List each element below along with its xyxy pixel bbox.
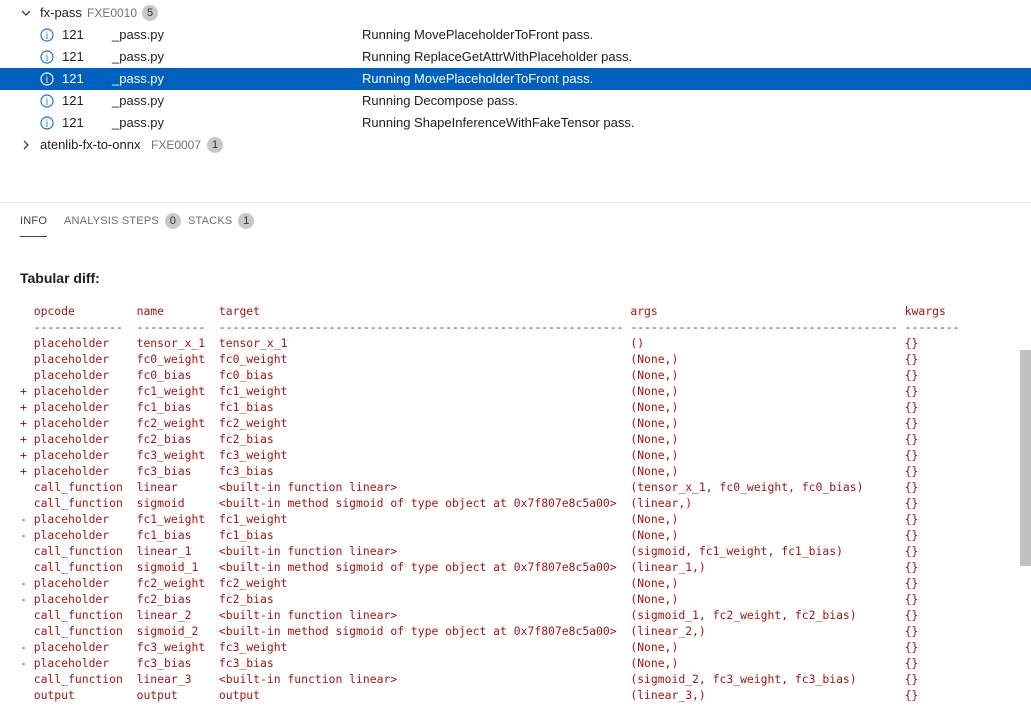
diff-row: + placeholder fc1_weight fc1_weight (Non…	[20, 384, 919, 398]
result-message: Running ReplaceGetAttrWithPlaceholder pa…	[362, 49, 633, 64]
chevron-down-icon[interactable]	[19, 2, 33, 24]
result-row[interactable]: i 121 _pass.py Running ReplaceGetAttrWit…	[0, 46, 1031, 68]
tab-stacks[interactable]: STACKS 1	[188, 210, 255, 236]
chevron-right-icon[interactable]	[19, 134, 33, 156]
diff-row: placeholder fc0_weight fc0_weight (None,…	[20, 352, 919, 366]
result-line: 121	[62, 115, 84, 130]
diff-row: + placeholder fc2_weight fc2_weight (Non…	[20, 416, 919, 430]
result-file[interactable]: _pass.py	[112, 46, 164, 68]
diff-row: - placeholder fc1_bias fc1_bias (None,) …	[20, 528, 919, 542]
tab-label: INFO	[20, 215, 48, 227]
svg-text:i: i	[46, 98, 49, 108]
info-icon: i	[40, 50, 54, 64]
rule-name: atenlib-fx-to-onnx	[40, 137, 141, 152]
diff-row: + placeholder fc3_weight fc3_weight (Non…	[20, 448, 919, 462]
info-icon: i	[40, 116, 54, 130]
diff-header: opcode name target args kwargs	[20, 304, 946, 318]
diff-row: - placeholder fc3_weight fc3_weight (Non…	[20, 640, 919, 654]
rule-node-fx-pass[interactable]: fx-pass FXE0010 5	[0, 2, 1031, 24]
diff-row: output output output (linear_3,) {}	[20, 688, 919, 702]
diff-row: call_function sigmoid <built-in method s…	[20, 496, 919, 510]
tab-label: STACKS	[188, 215, 233, 227]
result-row[interactable]: i 121 _pass.py Running ShapeInferenceWit…	[0, 112, 1031, 134]
diff-separator: ------------- ---------- ---------------…	[20, 320, 960, 334]
result-message: Running MovePlaceholderToFront pass.	[362, 27, 594, 42]
tabular-diff: opcode name target args kwargs ---------…	[20, 303, 960, 703]
rule-id: FXE0010	[87, 6, 138, 20]
svg-text:i: i	[46, 120, 49, 130]
result-message: Running ShapeInferenceWithFakeTensor pas…	[362, 115, 635, 130]
result-line: 121	[62, 93, 84, 108]
result-line: 121	[62, 27, 84, 42]
result-file[interactable]: _pass.py	[112, 24, 164, 46]
result-line: 121	[62, 71, 84, 86]
result-count-badge: 1	[207, 137, 223, 153]
result-row-selected[interactable]: i 121 _pass.py Running MovePlaceholderTo…	[0, 68, 1031, 90]
svg-text:i: i	[46, 76, 49, 86]
tab-count-badge: 1	[238, 213, 255, 230]
result-count-badge: 5	[142, 5, 158, 21]
info-icon: i	[40, 94, 54, 108]
result-file[interactable]: _pass.py	[112, 90, 164, 112]
diff-row: call_function linear_3 <built-in functio…	[20, 672, 919, 686]
diff-row: - placeholder fc3_bias fc3_bias (None,) …	[20, 656, 919, 670]
result-file[interactable]: _pass.py	[112, 112, 164, 134]
rule-name: fx-pass	[40, 5, 82, 20]
result-message: Running MovePlaceholderToFront pass.	[362, 71, 594, 86]
diff-row: call_function linear_1 <built-in functio…	[20, 544, 919, 558]
diff-row: - placeholder fc2_bias fc2_bias (None,) …	[20, 592, 919, 606]
rule-node-atenlib-fx-to-onnx[interactable]: atenlib-fx-to-onnx FXE0007 1	[0, 134, 1031, 156]
result-row[interactable]: i 121 _pass.py Running Decompose pass.	[0, 90, 1031, 112]
diff-row: + placeholder fc2_bias fc2_bias (None,) …	[20, 432, 919, 446]
diff-row: + placeholder fc3_bias fc3_bias (None,) …	[20, 464, 919, 478]
diff-row: placeholder tensor_x_1 tensor_x_1 () {}	[20, 336, 919, 350]
section-heading: Tabular diff:	[20, 270, 100, 286]
result-message: Running Decompose pass.	[362, 93, 519, 108]
result-row[interactable]: i 121 _pass.py Running MovePlaceholderTo…	[0, 24, 1031, 46]
panel-divider	[0, 202, 1031, 203]
diff-row: call_function linear_2 <built-in functio…	[20, 608, 919, 622]
tab-label: ANALYSIS STEPS	[64, 215, 159, 227]
tab-info[interactable]: INFO	[20, 210, 48, 237]
result-file[interactable]: _pass.py	[112, 68, 164, 90]
diff-row: call_function sigmoid_1 <built-in method…	[20, 560, 919, 574]
svg-text:i: i	[46, 32, 49, 42]
diff-row: - placeholder fc1_weight fc1_weight (Non…	[20, 512, 919, 526]
tab-count-badge: 0	[164, 213, 181, 230]
vertical-scrollbar-thumb[interactable]	[1020, 350, 1031, 566]
info-icon: i	[40, 28, 54, 42]
diff-row: call_function sigmoid_2 <built-in method…	[20, 624, 919, 638]
diff-row: + placeholder fc1_bias fc1_bias (None,) …	[20, 400, 919, 414]
tab-analysis-steps[interactable]: ANALYSIS STEPS 0	[64, 210, 181, 236]
result-line: 121	[62, 49, 84, 64]
diff-row: placeholder fc0_bias fc0_bias (None,) {}	[20, 368, 919, 382]
info-icon: i	[40, 72, 54, 86]
rule-id: FXE0007	[151, 138, 202, 152]
diff-row: call_function linear <built-in function …	[20, 480, 919, 494]
diff-row: - placeholder fc2_weight fc2_weight (Non…	[20, 576, 919, 590]
svg-text:i: i	[46, 54, 49, 64]
